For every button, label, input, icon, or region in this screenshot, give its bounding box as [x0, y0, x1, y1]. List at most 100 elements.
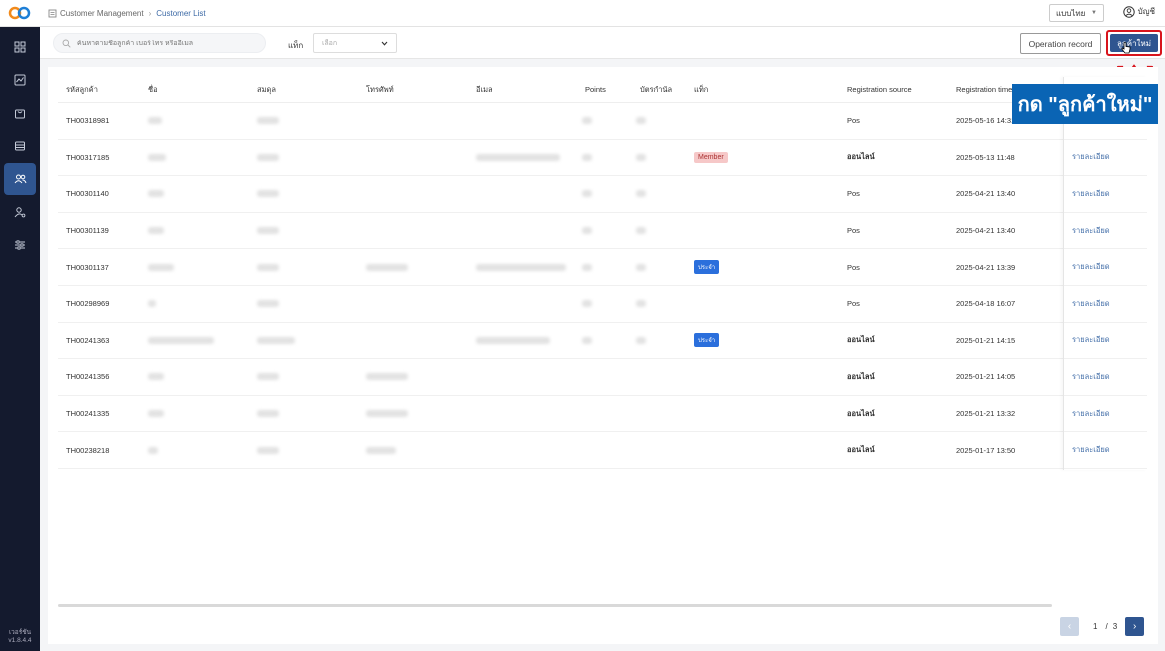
cell-source: ออนไลน์ [847, 371, 875, 381]
cell-balance-redacted [257, 227, 279, 235]
cell-source: Pos [847, 226, 860, 236]
table-row[interactable]: TH00241356 ออนไลน์ 2025-01-21 14:05 รายล… [58, 359, 1147, 396]
col-points[interactable]: Points [585, 85, 606, 94]
cell-customer-id: TH00241356 [66, 372, 110, 382]
cell-time: 2025-01-21 14:05 [956, 372, 1016, 382]
nav-customers[interactable] [4, 163, 36, 195]
col-voucher[interactable]: บัตรกำนัล [640, 84, 672, 96]
cell-name-redacted [148, 190, 164, 198]
tag-filter-label: แท็ก [288, 41, 304, 50]
cell-source: ออนไลน์ [847, 152, 875, 162]
table-row[interactable]: TH00238218 ออนไลน์ 2025-01-17 13:50 รายล… [58, 432, 1147, 469]
cell-name-redacted [148, 117, 162, 125]
breadcrumb-parent[interactable]: Customer Management [60, 9, 144, 18]
nav-staff[interactable] [4, 196, 36, 228]
cell-name-redacted [148, 410, 164, 418]
customer-tag: Member [694, 151, 728, 163]
next-page-button[interactable]: › [1125, 617, 1145, 636]
main-panel: รหัสลูกค้า ชื่อ สมดุล โทรศัพท์ อีเมล Poi… [48, 67, 1158, 644]
customer-tag: ประจำ [694, 333, 720, 348]
version-info: เวอร์ชัน v1.8.4.4 [0, 629, 40, 645]
cell-name-redacted [148, 227, 164, 235]
account-menu[interactable]: บัญชี [1122, 5, 1155, 18]
grid-icon [14, 41, 26, 53]
doc-icon [48, 9, 57, 17]
cell-source: Pos [847, 116, 860, 126]
nav-dashboard[interactable] [4, 31, 36, 63]
cell-source: ออนไลน์ [847, 408, 875, 418]
cell-customer-id: TH00301139 [66, 226, 109, 236]
col-phone[interactable]: โทรศัพท์ [366, 84, 394, 96]
nav-inventory[interactable] [4, 130, 36, 162]
cell-time: 2025-01-17 13:50 [956, 445, 1016, 455]
table-row[interactable]: TH00318981 Pos 2025-05-16 14:31 [58, 103, 1147, 140]
sidebar: เวอร์ชัน v1.8.4.4 [0, 27, 40, 651]
table-row[interactable]: TH00241335 ออนไลน์ 2025-01-21 13:32 รายล… [58, 396, 1147, 433]
cell-time: 2025-04-21 13:40 [956, 189, 1016, 199]
cell-customer-id: TH00318981 [66, 116, 110, 126]
table-row[interactable]: TH00301140 Pos 2025-04-21 13:40 รายละเอี… [58, 176, 1147, 213]
cell-email-redacted [476, 336, 550, 344]
cell-customer-id: TH00238218 [66, 445, 110, 455]
col-tag[interactable]: แท็ก [694, 84, 708, 96]
col-registration-source[interactable]: Registration source [847, 85, 912, 94]
cell-time: 2025-04-21 13:40 [956, 226, 1016, 236]
app-logo[interactable] [0, 0, 40, 27]
table-row[interactable]: TH00301137 ประจำ Pos 2025-04-21 13:39 รา… [58, 249, 1147, 286]
search-box[interactable] [53, 33, 266, 53]
chart-box-icon [14, 74, 26, 86]
new-customer-button[interactable]: ลูกค้าใหม่ [1110, 34, 1158, 52]
bag-icon [15, 109, 25, 119]
database-icon [15, 141, 25, 151]
cell-customer-id: TH00241363 [66, 335, 110, 345]
cell-time: 2025-05-13 11:48 [956, 152, 1015, 162]
cell-name-redacted [148, 373, 164, 381]
horizontal-scrollbar[interactable] [58, 604, 1052, 607]
breadcrumb: Customer Management › Customer List [48, 9, 206, 18]
col-email[interactable]: อีเมล [476, 84, 493, 96]
cell-balance-redacted [257, 410, 279, 418]
cell-customer-id: TH00301137 [66, 262, 109, 272]
cell-points-redacted [582, 153, 592, 161]
table-row[interactable]: TH00301139 Pos 2025-04-21 13:40 รายละเอี… [58, 213, 1147, 250]
col-name[interactable]: ชื่อ [148, 84, 158, 96]
caret-down-icon: ▼ [1091, 10, 1097, 16]
cell-points-redacted [582, 190, 592, 198]
customer-table: รหัสลูกค้า ชื่อ สมดุล โทรศัพท์ อีเมล Poi… [58, 77, 1147, 470]
tag-filter-select[interactable]: เลือก [313, 33, 397, 53]
search-input[interactable] [77, 39, 257, 47]
tag-select-value: เลือก [322, 39, 338, 47]
nav-orders[interactable] [4, 97, 36, 129]
nav-analytics[interactable] [4, 64, 36, 96]
cell-points-redacted [582, 117, 592, 125]
table-header: รหัสลูกค้า ชื่อ สมดุล โทรศัพท์ อีเมล Poi… [58, 77, 1147, 103]
breadcrumb-current[interactable]: Customer List [156, 9, 205, 18]
cell-customer-id: TH00301140 [66, 189, 109, 199]
language-select[interactable]: แบบไทย ▼ [1049, 4, 1104, 22]
col-balance[interactable]: สมดุล [257, 84, 276, 96]
table-row[interactable]: TH00298969 Pos 2025-04-18 16:07 รายละเอี… [58, 286, 1147, 323]
table-row[interactable]: TH00241363 ประจำ ออนไลน์ 2025-01-21 14:1… [58, 323, 1147, 360]
table-row[interactable]: TH00317185 Member ออนไลน์ 2025-05-13 11:… [58, 140, 1147, 177]
cell-source: ออนไลน์ [847, 445, 875, 455]
cell-points-redacted [582, 263, 592, 271]
account-label: บัญชี [1137, 7, 1155, 16]
col-customer-id[interactable]: รหัสลูกค้า [66, 84, 98, 96]
cell-phone-redacted [366, 263, 408, 271]
operation-record-button[interactable]: Operation record [1020, 33, 1101, 54]
cell-balance-redacted [257, 263, 279, 271]
nav-settings[interactable] [4, 229, 36, 261]
cell-phone-redacted [366, 373, 408, 381]
cell-voucher-redacted [636, 190, 646, 198]
cell-balance-redacted [257, 190, 279, 198]
cell-balance-redacted [257, 446, 279, 454]
logo-icon [8, 6, 31, 20]
col-registration-time[interactable]: Registration time [956, 85, 1012, 94]
cell-name-redacted [148, 446, 158, 454]
cell-time: 2025-01-21 14:15 [956, 335, 1016, 345]
prev-page-button[interactable]: ‹ [1060, 617, 1079, 636]
top-bar: Customer Management › Customer List แบบไ… [40, 0, 1165, 27]
cell-time: 2025-04-18 16:07 [956, 299, 1016, 309]
cell-source: ออนไลน์ [847, 335, 875, 345]
cell-voucher-redacted [636, 263, 646, 271]
